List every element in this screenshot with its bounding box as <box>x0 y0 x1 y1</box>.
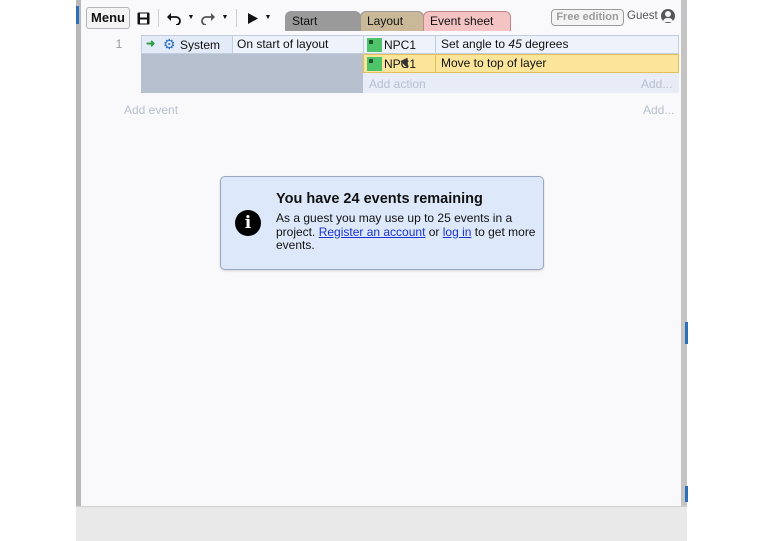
undo-dropdown-icon[interactable]: ▼ <box>187 7 195 29</box>
action-row[interactable]: NPC1 Set angle to 45 degrees <box>363 35 679 54</box>
sprite-icon <box>367 38 382 52</box>
action-object: NPC1 <box>384 57 417 71</box>
dialog-text: or <box>425 224 443 239</box>
events-remaining-dialog: i You have 24 events remaining As a gues… <box>220 176 544 270</box>
log-in-link[interactable]: log in <box>443 225 472 239</box>
tab-start-page[interactable]: Start page× <box>285 11 361 47</box>
toolbar: Menu ▼ ▼ ▼ Start Layout Event sheet Free… <box>81 5 681 47</box>
action-text-suffix: degrees <box>521 37 569 51</box>
event-sheet-editor: Menu ▼ ▼ ▼ Start Layout Event sheet Free… <box>81 0 681 506</box>
menu-button[interactable]: Menu <box>86 7 130 29</box>
trigger-arrow-icon: ➜ <box>146 38 156 50</box>
add-action-more-link[interactable]: Add... <box>641 77 672 91</box>
info-icon: i <box>235 210 261 236</box>
tab-event-sheet-1[interactable]: Event sheet 1× <box>423 11 511 47</box>
dialog-title: You have 24 events remaining <box>276 191 483 207</box>
left-edge-accent <box>76 6 79 24</box>
event-number: 1 <box>115 37 123 51</box>
condition-object: System <box>180 38 221 52</box>
sprite-icon <box>367 57 382 71</box>
add-event-more-link[interactable]: Add... <box>643 103 674 117</box>
bottom-status-bar <box>76 506 687 541</box>
toolbar-separator <box>158 9 159 27</box>
right-edge-accent-1 <box>685 322 688 344</box>
condition-text: On start of layout <box>232 36 363 53</box>
toolbar-separator <box>236 9 237 27</box>
user-account-icon[interactable] <box>661 9 675 23</box>
dialog-message: As a guest you may use up to 25 events i… <box>276 211 538 253</box>
redo-icon[interactable] <box>200 7 216 29</box>
undo-icon[interactable] <box>166 7 182 29</box>
redo-dropdown-icon[interactable]: ▼ <box>221 7 229 29</box>
free-edition-badge[interactable]: Free edition <box>551 9 624 26</box>
register-account-link[interactable]: Register an account <box>319 225 426 239</box>
action-text: Move to top of layer <box>435 55 678 72</box>
tab-layout-1[interactable]: Layout 1× <box>360 11 424 47</box>
action-value: 45 <box>508 37 522 51</box>
guest-label[interactable]: Guest <box>627 10 658 22</box>
action-text: Set angle to 45 degrees <box>435 36 678 53</box>
add-action-link[interactable]: Add action <box>369 77 426 91</box>
play-icon[interactable] <box>246 7 260 29</box>
gear-icon: ⚙ <box>163 36 176 52</box>
right-scrollbar[interactable] <box>681 0 687 510</box>
save-icon[interactable] <box>135 7 151 29</box>
condition-row[interactable]: ➜ ⚙ System On start of layout <box>141 35 363 54</box>
right-edge-accent-2 <box>685 486 688 502</box>
action-object: NPC1 <box>384 38 417 52</box>
action-text-prefix: Set angle to <box>441 37 509 51</box>
play-dropdown-icon[interactable]: ▼ <box>264 7 272 29</box>
add-event-link[interactable]: Add event <box>124 103 178 117</box>
